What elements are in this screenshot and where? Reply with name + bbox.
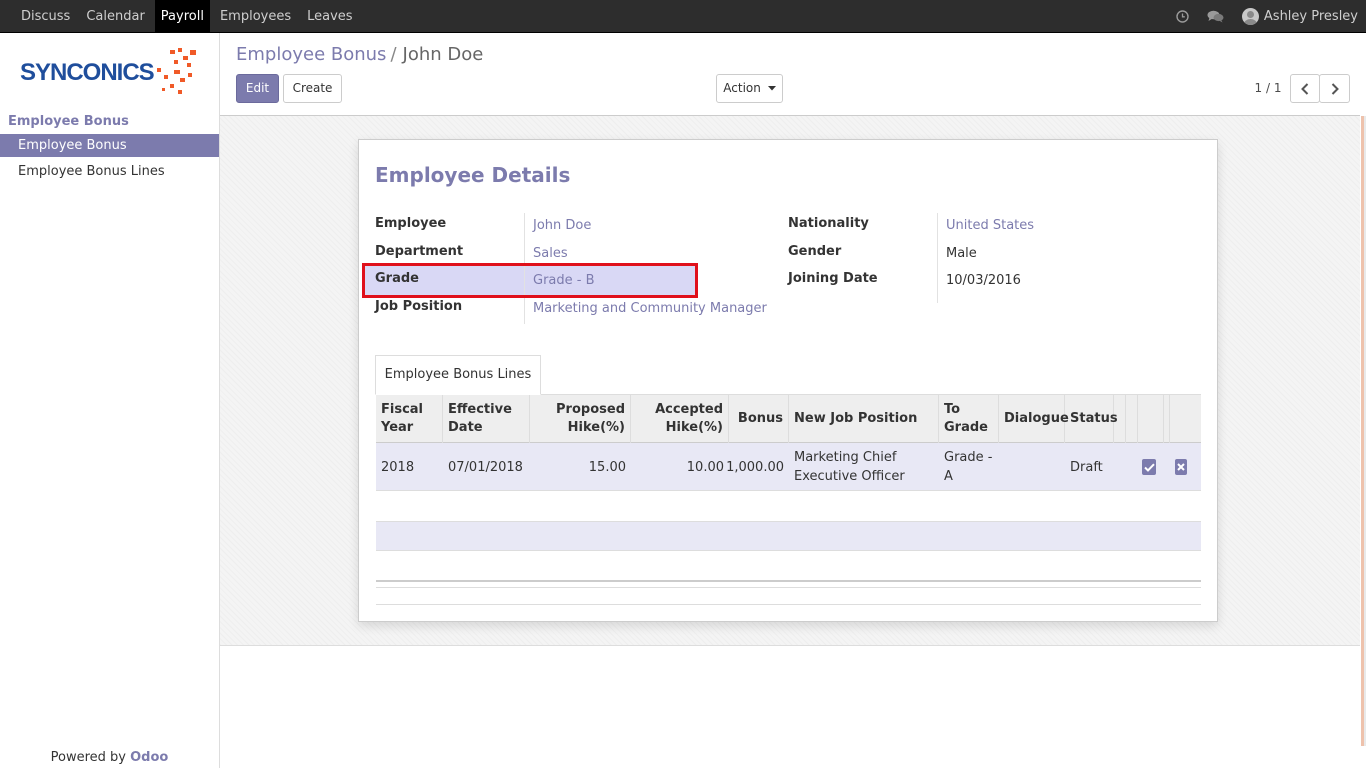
table-row[interactable]: 2018 07/01/2018 15.00 10.00 1,000.00 Mar… xyxy=(376,443,1201,491)
col-bonus[interactable]: Bonus xyxy=(729,395,789,443)
col-reject xyxy=(1170,395,1201,443)
empty-row xyxy=(376,521,1201,551)
sidebar: SYNCONICS Employee Bonus Employee Bonus … xyxy=(0,33,220,768)
odoo-link[interactable]: Odoo xyxy=(130,750,168,765)
menu-employees[interactable]: Employees xyxy=(214,0,297,33)
clock-icon[interactable] xyxy=(1176,10,1190,24)
chat-icon[interactable] xyxy=(1207,10,1225,24)
col-status[interactable]: Status xyxy=(1065,395,1118,443)
powered-by-text: Powered by xyxy=(50,750,126,765)
cell-proposed-hike: 15.00 xyxy=(588,459,626,475)
cell-status: Draft xyxy=(1070,459,1103,475)
cell-bonus: 1,000.00 xyxy=(726,459,784,475)
create-button[interactable]: Create xyxy=(283,74,342,103)
pager-value: 1 / 1 xyxy=(1254,81,1282,95)
cell-to-grade: Grade -A xyxy=(944,450,993,484)
breadcrumb-parent[interactable]: Employee Bonus xyxy=(236,44,386,65)
breadcrumb: Employee Bonus / John Doe xyxy=(236,44,483,65)
close-icon xyxy=(1175,459,1187,475)
bonus-lines-header: Fiscal Year Effective Date Proposed Hike(%)… xyxy=(376,395,1201,443)
section-title: Employee Details xyxy=(375,163,571,187)
col-spacer-2 xyxy=(1126,395,1138,443)
approve-button[interactable] xyxy=(1141,443,1157,491)
cell-accepted-hike: 10.00 xyxy=(686,459,724,475)
pager-next-button[interactable] xyxy=(1319,74,1350,103)
joining-date-value: 10/03/2016 xyxy=(946,273,1021,288)
app-menu: Discuss Calendar Payroll Employees Leave… xyxy=(15,0,363,33)
action-label: Action xyxy=(723,81,761,95)
chevron-left-icon xyxy=(1301,83,1309,95)
reject-button[interactable] xyxy=(1173,443,1189,491)
right-group-divider xyxy=(937,213,938,303)
label-job-position: Job Position xyxy=(375,299,463,314)
tab-employee-bonus-lines[interactable]: Employee Bonus Lines xyxy=(375,355,541,395)
employee-value[interactable]: John Doe xyxy=(533,218,591,233)
cell-effective-date: 07/01/2018 xyxy=(448,459,523,475)
col-fiscal-year[interactable]: Fiscal Year xyxy=(376,395,443,443)
label-employee: Employee xyxy=(375,216,447,231)
edit-button[interactable]: Edit xyxy=(236,74,279,103)
company-logo: SYNCONICS xyxy=(20,48,202,98)
user-avatar[interactable] xyxy=(1241,8,1259,25)
col-spacer-1 xyxy=(1114,395,1126,443)
label-department: Department xyxy=(375,244,464,259)
checkmark-icon xyxy=(1142,459,1156,475)
menu-payroll[interactable]: Payroll xyxy=(154,0,210,33)
grade-highlight-box xyxy=(362,263,698,298)
caret-down-icon xyxy=(767,86,776,91)
col-accepted-hike[interactable]: Accepted Hike(%) xyxy=(631,395,729,443)
gender-value: Male xyxy=(946,246,977,261)
pager-previous-button[interactable] xyxy=(1290,74,1320,103)
user-name[interactable]: Ashley Presley xyxy=(1264,9,1358,24)
table-bottom-border xyxy=(376,604,1201,605)
menu-discuss[interactable]: Discuss xyxy=(15,0,76,33)
table-footer xyxy=(376,580,1201,588)
scrollbar[interactable] xyxy=(1361,116,1366,746)
sidebar-item-employee-bonus-lines[interactable]: Employee Bonus Lines xyxy=(0,160,219,183)
col-new-job-position[interactable]: New Job Position xyxy=(789,395,939,443)
cell-fiscal-year: 2018 xyxy=(381,459,415,475)
col-proposed-hike[interactable]: Proposed Hike(%) xyxy=(530,395,631,443)
sidebar-item-employee-bonus[interactable]: Employee Bonus xyxy=(0,134,219,157)
logo-text: SYNCONICS xyxy=(20,59,155,86)
cell-new-job-position: Marketing Chief Executive Officer xyxy=(794,450,905,484)
label-joining-date: Joining Date xyxy=(788,271,878,286)
empty-row xyxy=(376,492,1201,522)
sidebar-category: Employee Bonus xyxy=(8,114,129,129)
top-navbar: Discuss Calendar Payroll Employees Leave… xyxy=(0,0,1366,33)
navbar-systray: Ashley Presley xyxy=(1176,0,1358,33)
action-dropdown[interactable]: Action xyxy=(716,74,783,103)
job-position-value[interactable]: Marketing and Community Manager xyxy=(533,301,767,316)
menu-leaves[interactable]: Leaves xyxy=(301,0,358,33)
label-gender: Gender xyxy=(788,244,842,259)
powered-by: Powered by Odoo xyxy=(0,750,219,765)
menu-calendar[interactable]: Calendar xyxy=(80,0,150,33)
col-effective-date[interactable]: Effective Date xyxy=(443,395,530,443)
cell-dialogue xyxy=(999,443,1065,491)
nationality-value[interactable]: United States xyxy=(946,218,1034,233)
chevron-right-icon xyxy=(1331,83,1339,95)
col-approve xyxy=(1138,395,1164,443)
breadcrumb-current: John Doe xyxy=(402,44,484,65)
breadcrumb-separator: / xyxy=(390,44,397,65)
col-to-grade[interactable]: To Grade xyxy=(939,395,999,443)
department-value[interactable]: Sales xyxy=(533,246,568,261)
label-nationality: Nationality xyxy=(788,216,869,231)
col-dialogue[interactable]: Dialogue xyxy=(999,395,1069,443)
